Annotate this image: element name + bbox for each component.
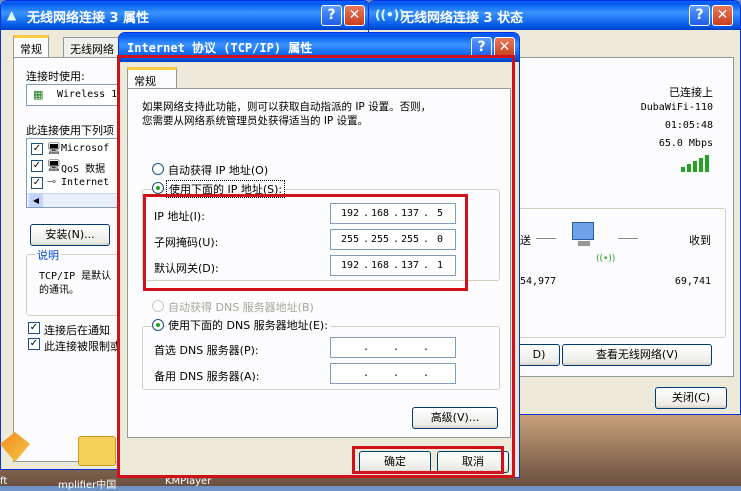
advanced-button[interactable]: 高级(V)... xyxy=(412,407,498,429)
tab-general[interactable]: 常规 xyxy=(13,35,49,57)
folder-icon[interactable] xyxy=(78,436,116,466)
computer-icon: 🖥 xyxy=(47,142,61,155)
received-value: 69,741 xyxy=(674,276,711,287)
limited-label: 此连接被限制或 xyxy=(44,340,121,353)
taskbar-fragment-2: mplifier中国 xyxy=(58,480,117,491)
ip-octet-2: 168 xyxy=(370,208,390,219)
notify-checkbox[interactable]: ✓ xyxy=(28,322,40,334)
manual-ip-radio[interactable] xyxy=(152,182,164,194)
partial-button[interactable]: D) xyxy=(518,344,560,366)
mask-octet-1: 255 xyxy=(340,234,360,245)
mask-octet-3: 255 xyxy=(400,234,420,245)
adapter-icon: ▦ xyxy=(33,88,44,101)
help-button[interactable]: ? xyxy=(321,5,342,26)
auto-ip-radio[interactable] xyxy=(152,163,164,175)
subnet-mask-input[interactable]: 255. 255. 255. 0 xyxy=(330,229,456,250)
description-line-1: TCP/IP 是默认 xyxy=(39,271,112,282)
cancel-button[interactable]: 取消 xyxy=(437,451,509,473)
ip-address-input[interactable]: 192. 168. 137. 5 xyxy=(330,203,456,224)
manual-dns-radio[interactable] xyxy=(152,319,164,331)
intro-line-1: 如果网络支持此功能，则可以获取自动指派的 IP 设置。否则， xyxy=(142,101,432,113)
items-label: 此连接使用下列项 xyxy=(26,124,114,137)
auto-dns-label: 自动获得 DNS 服务器地址(B) xyxy=(168,301,314,314)
status-close-dialog-button[interactable]: 关闭(C) xyxy=(655,387,727,409)
gateway-octet-3: 137 xyxy=(400,260,420,271)
mask-octet-4: 0 xyxy=(436,234,444,245)
sent-value: 54,977 xyxy=(520,276,557,287)
status-title: 无线网络连接 3 状态 xyxy=(401,11,524,26)
adapter-properties-titlebar[interactable]: ▲ 无线网络连接 3 属性 ? ✕ xyxy=(1,1,369,30)
status-close-button[interactable]: ✕ xyxy=(712,5,733,26)
taskbar-fragment-1: ft xyxy=(0,476,8,487)
connection-duration: 01:05:48 xyxy=(664,120,713,131)
tcpip-general-panel: 如果网络支持此功能，则可以获取自动指派的 IP 设置。否则， 您需要从网络系统管… xyxy=(127,88,511,438)
qos-icon: 🖥 xyxy=(47,159,61,172)
intro-line-2: 您需要从网络系统管理员处获得适当的 IP 设置。 xyxy=(142,115,369,127)
wireless-activity-icon: ((•)) xyxy=(596,254,616,264)
description-line-2: 的通讯。 xyxy=(39,285,79,296)
item-checkbox[interactable]: ✓ xyxy=(31,143,43,155)
protocol-icon: ⊸ xyxy=(47,175,57,188)
tcpip-tab-general[interactable]: 常规 xyxy=(127,67,177,89)
item-label: QoS 数据 xyxy=(61,164,106,175)
gateway-octet-1: 192 xyxy=(340,260,360,271)
preferred-dns-label: 首选 DNS 服务器(P): xyxy=(154,344,259,357)
default-gateway-label: 默认网关(D): xyxy=(154,262,219,275)
auto-dns-radio[interactable] xyxy=(152,300,164,312)
ip-octet-4: 5 xyxy=(436,208,444,219)
gateway-octet-4: 1 xyxy=(436,260,444,271)
received-line xyxy=(618,238,638,239)
subnet-mask-label: 子网掩码(U): xyxy=(154,236,219,249)
adapter-properties-title: 无线网络连接 3 属性 xyxy=(27,11,150,26)
manual-dns-label[interactable]: 使用下面的 DNS 服务器地址(E): xyxy=(166,317,330,333)
tcpip-help-button[interactable]: ? xyxy=(471,37,492,58)
alternate-dns-label: 备用 DNS 服务器(A): xyxy=(154,370,260,383)
adapter-name: Wireless 1 xyxy=(57,89,118,100)
notify-label: 连接后在通知 xyxy=(44,324,110,337)
wireless-icon: ((•)) xyxy=(375,8,405,22)
description-title: 说明 xyxy=(35,247,61,263)
ip-octet-1: 192 xyxy=(340,208,360,219)
item-label: Internet xyxy=(61,177,110,188)
connection-speed: 65.0 Mbps xyxy=(658,138,713,149)
item-checkbox[interactable]: ✓ xyxy=(31,160,43,172)
tcpip-properties-dialog: Internet 协议 (TCP/IP) 属性 ? ✕ 常规 如果网络支持此功能… xyxy=(118,32,520,478)
gateway-octet-2: 168 xyxy=(370,260,390,271)
sent-line xyxy=(536,238,556,239)
default-gateway-input[interactable]: 192. 168. 137. 1 xyxy=(330,255,456,276)
ok-button[interactable]: 确定 xyxy=(359,451,431,473)
item-checkbox[interactable]: ✓ xyxy=(31,177,43,189)
status-titlebar[interactable]: ((•)) 无线网络连接 3 状态 ? ✕ xyxy=(369,1,740,30)
network-name: DubaWiFi-110 xyxy=(640,102,713,113)
auto-ip-label[interactable]: 自动获得 IP 地址(O) xyxy=(168,162,268,178)
activity-computer-icon xyxy=(568,222,602,252)
sent-label: 送 xyxy=(520,234,531,247)
item-label: Microsof xyxy=(61,143,110,154)
tcpip-titlebar[interactable]: Internet 协议 (TCP/IP) 属性 ? ✕ xyxy=(119,33,519,62)
preferred-dns-input[interactable]: ... xyxy=(330,337,456,358)
tab-wireless[interactable]: 无线网络 xyxy=(63,37,121,57)
signal-strength-icon xyxy=(681,154,711,172)
received-label: 收到 xyxy=(689,234,711,247)
limited-checkbox[interactable]: ✓ xyxy=(28,338,40,350)
close-button[interactable]: ✕ xyxy=(344,5,365,26)
tcpip-close-button[interactable]: ✕ xyxy=(494,37,515,58)
scroll-left-icon[interactable]: ◀ xyxy=(29,194,43,207)
install-button[interactable]: 安装(N)... xyxy=(30,224,110,246)
connection-status: 已连接上 xyxy=(669,86,713,99)
tcpip-title: Internet 协议 (TCP/IP) 属性 xyxy=(127,41,313,55)
ip-address-label: IP 地址(I): xyxy=(154,210,205,223)
status-help-button[interactable]: ? xyxy=(689,5,710,26)
ip-octet-3: 137 xyxy=(400,208,420,219)
manual-ip-label[interactable]: 使用下面的 IP 地址(S): xyxy=(166,180,286,198)
mask-octet-2: 255 xyxy=(370,234,390,245)
view-wireless-networks-button[interactable]: 查看无线网络(V) xyxy=(562,344,712,366)
network-icon: ▲ xyxy=(7,8,17,22)
alternate-dns-input[interactable]: ... xyxy=(330,363,456,384)
connect-using-label: 连接时使用: xyxy=(26,70,85,83)
